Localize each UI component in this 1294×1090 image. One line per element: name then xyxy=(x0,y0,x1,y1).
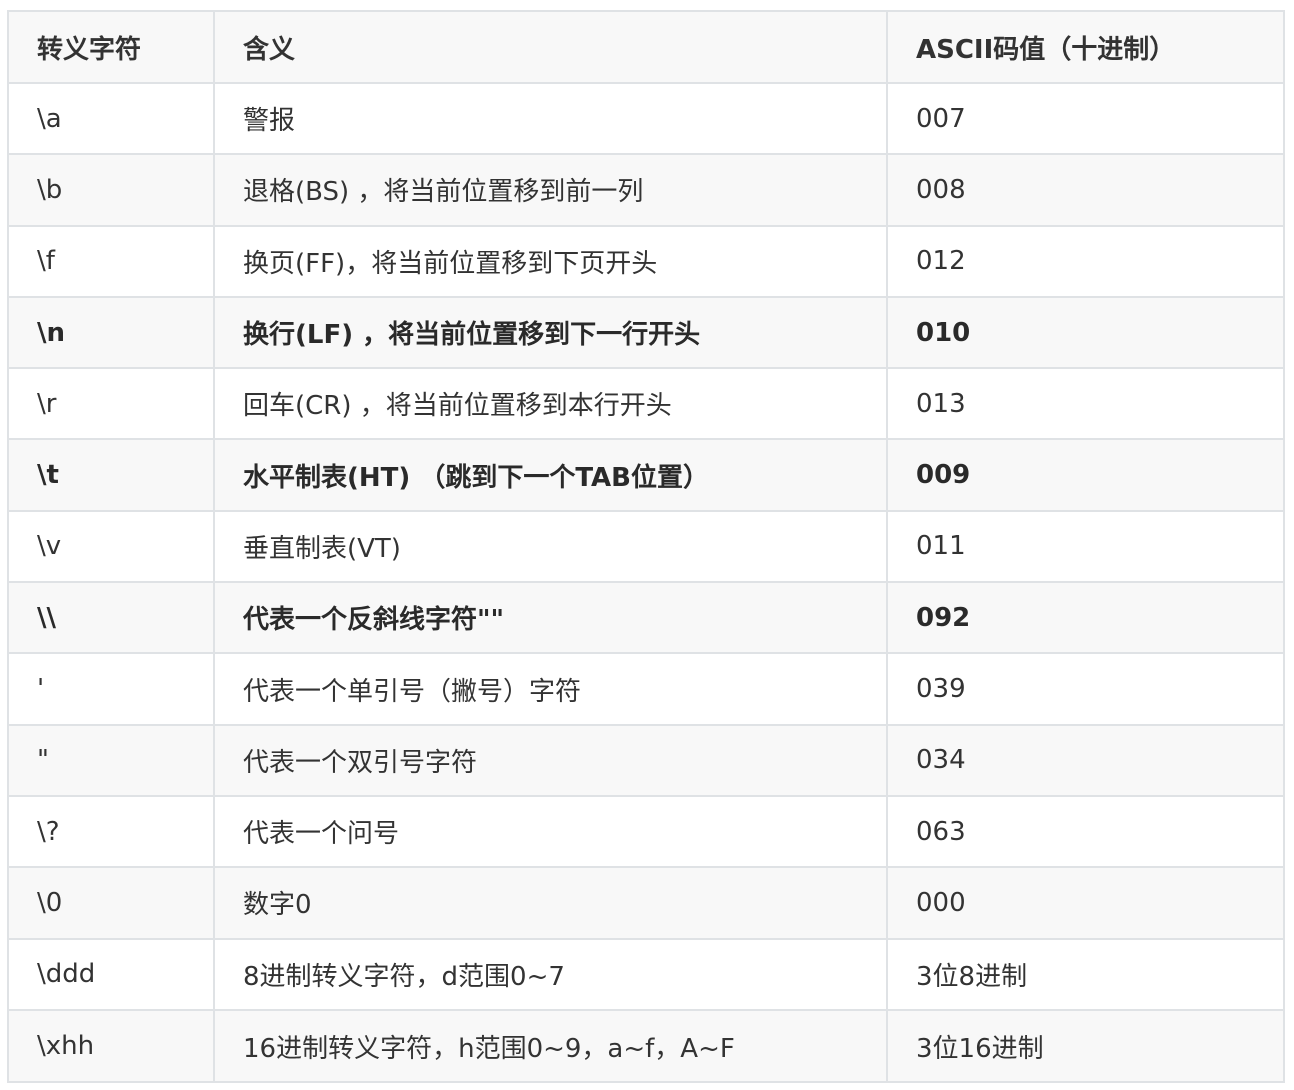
table-row: \ddd 8进制转义字符，d范围0~7 3位8进制 xyxy=(9,937,1283,1011)
cell-meaning: 退格(BS) ，将当前位置移到前一列 xyxy=(213,153,888,227)
header-escape-char: 转义字符 xyxy=(9,12,215,84)
table-row: \v 垂直制表(VT) 011 xyxy=(9,509,1283,584)
cell-ascii: 008 xyxy=(886,153,1283,227)
escape-table-container: 转义字符 含义 ASCII码值（十进制） \a 警报 007 \b 退格(BS)… xyxy=(7,10,1285,1084)
cell-escape: \n xyxy=(9,295,215,370)
table-row: \xhh 16进制转义字符，h范围0~9，a~f，A~F 3位16进制 xyxy=(9,1008,1283,1082)
cell-ascii: 011 xyxy=(886,509,1283,584)
cell-escape: \f xyxy=(9,224,215,298)
table-row: \f 换页(FF)，将当前位置移到下页开头 012 xyxy=(9,224,1283,298)
cell-meaning: 垂直制表(VT) xyxy=(213,509,888,584)
cell-meaning: 回车(CR) ，将当前位置移到本行开头 xyxy=(213,367,888,441)
cell-meaning: 警报 xyxy=(213,81,888,156)
cell-meaning: 16进制转义字符，h范围0~9，a~f，A~F xyxy=(213,1008,888,1082)
cell-ascii: 3位16进制 xyxy=(886,1008,1283,1082)
cell-ascii: 009 xyxy=(886,438,1283,512)
cell-meaning: 代表一个双引号字符 xyxy=(213,723,888,797)
cell-ascii: 007 xyxy=(886,81,1283,156)
table-row: ' 代表一个单引号（撇号）字符 039 xyxy=(9,652,1283,726)
cell-ascii: 3位8进制 xyxy=(886,937,1283,1011)
table-row: \0 数字0 000 xyxy=(9,866,1283,940)
cell-meaning: 水平制表(HT) （跳到下一个TAB位置） xyxy=(213,438,888,512)
cell-ascii: 034 xyxy=(886,723,1283,797)
table-row: \t 水平制表(HT) （跳到下一个TAB位置） 009 xyxy=(9,438,1283,512)
escape-character-table: 转义字符 含义 ASCII码值（十进制） \a 警报 007 \b 退格(BS)… xyxy=(9,12,1283,1082)
cell-meaning: 代表一个问号 xyxy=(213,794,888,869)
cell-ascii: 063 xyxy=(886,794,1283,869)
table-header-row: 转义字符 含义 ASCII码值（十进制） xyxy=(9,12,1283,84)
cell-meaning: 数字0 xyxy=(213,866,888,940)
cell-escape: \xhh xyxy=(9,1008,215,1082)
cell-escape: \r xyxy=(9,367,215,441)
cell-escape: \\ xyxy=(9,581,215,655)
table-row: \a 警报 007 xyxy=(9,81,1283,156)
cell-ascii: 010 xyxy=(886,295,1283,370)
cell-escape: \? xyxy=(9,794,215,869)
table-row: \r 回车(CR) ，将当前位置移到本行开头 013 xyxy=(9,367,1283,441)
table-row: \? 代表一个问号 063 xyxy=(9,794,1283,869)
cell-escape: \t xyxy=(9,438,215,512)
cell-ascii: 013 xyxy=(886,367,1283,441)
cell-escape: \ddd xyxy=(9,937,215,1011)
cell-escape: " xyxy=(9,723,215,797)
table-row: \b 退格(BS) ，将当前位置移到前一列 008 xyxy=(9,153,1283,227)
cell-meaning: 8进制转义字符，d范围0~7 xyxy=(213,937,888,1011)
cell-meaning: 换页(FF)，将当前位置移到下页开头 xyxy=(213,224,888,298)
cell-ascii: 012 xyxy=(886,224,1283,298)
header-ascii-value: ASCII码值（十进制） xyxy=(886,12,1283,84)
cell-escape: \0 xyxy=(9,866,215,940)
cell-escape: \b xyxy=(9,153,215,227)
cell-ascii: 039 xyxy=(886,652,1283,726)
cell-meaning: 换行(LF) ，将当前位置移到下一行开头 xyxy=(213,295,888,370)
cell-meaning: 代表一个单引号（撇号）字符 xyxy=(213,652,888,726)
table-row: " 代表一个双引号字符 034 xyxy=(9,723,1283,797)
cell-escape: ' xyxy=(9,652,215,726)
table-row: \\ 代表一个反斜线字符"" 092 xyxy=(9,581,1283,655)
cell-escape: \a xyxy=(9,81,215,156)
cell-escape: \v xyxy=(9,509,215,584)
table-row: \n 换行(LF) ，将当前位置移到下一行开头 010 xyxy=(9,295,1283,370)
cell-ascii: 000 xyxy=(886,866,1283,940)
header-meaning: 含义 xyxy=(213,12,888,84)
cell-meaning: 代表一个反斜线字符"" xyxy=(213,581,888,655)
cell-ascii: 092 xyxy=(886,581,1283,655)
